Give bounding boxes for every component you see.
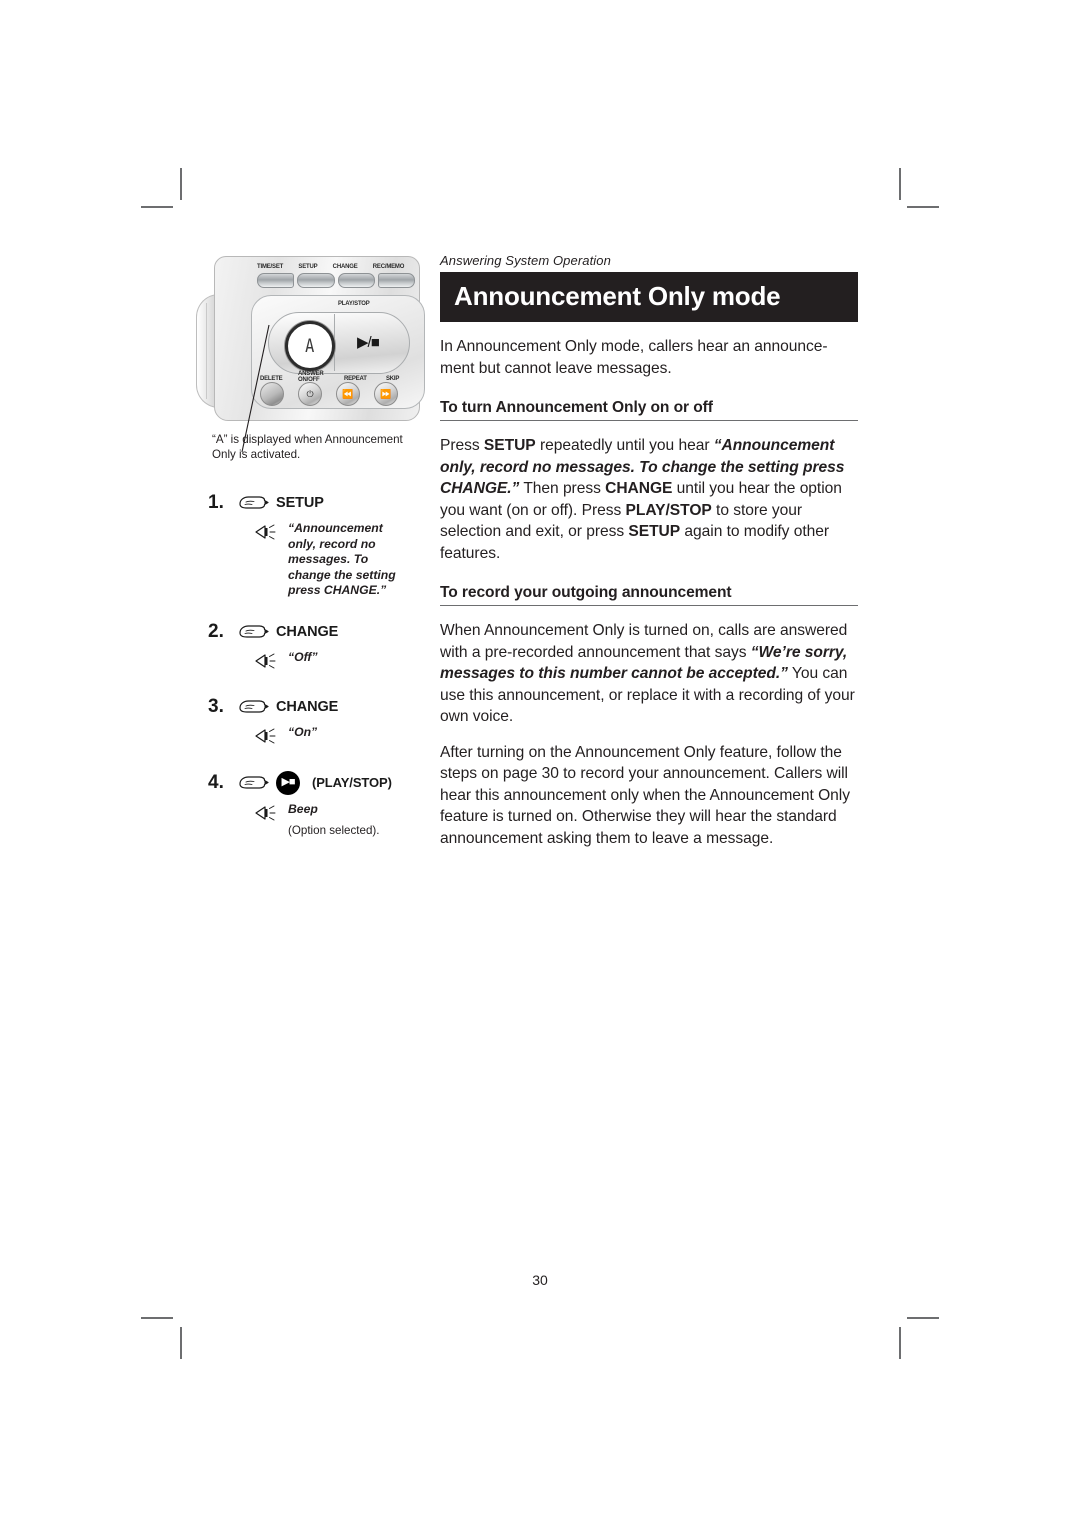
device-top-key-labels: TIME/SET SETUP CHANGE REC/MEMO [257,263,404,270]
step-2-number: 2. [208,620,224,642]
s1-a: Press [440,437,484,454]
step-4: 4. ▶■ (PLAY/STOP) Beep (Option selected)… [208,770,426,838]
s1-bold-play-stop: PLAY/STOP [625,501,712,519]
step-1: 1. SETUP “Announcement only, record no m… [208,492,426,599]
device-bottom-keys: ⏻ ⏪ ⏩ [260,382,412,406]
section-heading-record-announcement: To record your outgoing announcement [440,584,858,606]
fast-forward-icon: ⏩ [374,382,398,406]
step-1-audio: “Announcement only, record no messages. … [254,521,426,599]
left-column: TIME/SET SETUP CHANGE REC/MEMO PLAY/STOP [196,256,426,837]
step-1-number: 1. [208,492,224,513]
step-3: 3. CHANGE “On” [208,696,426,745]
crop-mark-top-left-vertical [180,168,182,200]
section1-paragraph: Press SETUP repeatedly until you hear “A… [440,435,858,564]
crop-mark-top-right-horizontal [907,206,939,208]
power-icon: ⏻ [298,382,322,406]
step-4-audio-text: Beep [288,801,318,816]
crop-mark-bottom-right-vertical [899,1327,901,1359]
page-title-bar: Announcement Only mode [440,272,858,322]
answering-machine-illustration: TIME/SET SETUP CHANGE REC/MEMO PLAY/STOP [196,256,425,453]
play-stop-icon: ▶/■ [357,334,380,351]
crop-mark-bottom-right-horizontal [907,1317,939,1319]
device-body: TIME/SET SETUP CHANGE REC/MEMO PLAY/STOP [214,256,425,421]
device-top-keys [257,273,415,288]
speaker-icon [255,524,276,540]
device-label-rec-memo: REC/MEMO [372,263,405,270]
step-2-audio-text: “Off” [288,649,318,664]
step-4-header: 4. ▶■ (PLAY/STOP) [208,770,426,795]
device-caption: “A” is displayed when Announcement Only … [212,433,403,461]
s1-bold-setup-2: SETUP [628,523,681,540]
device-display: A [285,321,335,371]
manual-page: TIME/SET SETUP CHANGE REC/MEMO PLAY/STOP [0,0,1080,1528]
s1-c: repeatedly until you hear [535,437,714,454]
section-heading-turn-on-off: To turn Announcement Only on or off [440,399,858,421]
step-2-key-label: CHANGE [276,623,339,640]
step-3-number: 3. [208,695,224,717]
hand-pointer-icon [239,699,269,713]
device-key-change [337,273,375,288]
step-4-number: 4. [208,771,224,793]
intro-paragraph: In Announcement Only mode, callers hear … [440,338,828,377]
rewind-icon: ⏪ [336,382,360,406]
step-4-key-label: (PLAY/STOP) [312,775,392,790]
step-list: 1. SETUP “Announcement only, record no m… [208,492,426,838]
device-label-time-set: TIME/SET [257,263,284,270]
running-head: Answering System Operation [440,253,611,268]
device-key-delete [260,382,284,406]
device-play-stop-pill: A ▶/■ [268,312,410,374]
crop-mark-top-right-vertical [899,168,901,200]
step-1-header: 1. SETUP [208,492,426,514]
hand-pointer-icon [239,775,269,789]
step-3-header: 3. CHANGE [208,696,426,718]
step-3-audio: “On” [254,725,426,745]
s1-d: Then press [519,480,606,497]
play-stop-button-icon: ▶■ [276,770,300,795]
section2-paragraph-1: When Announcement Only is turned on, cal… [440,620,858,728]
device-key-time-set [257,273,295,288]
device-label-change: CHANGE [332,263,358,270]
step-4-audio-subtext: (Option selected). [288,823,380,837]
device-control-cluster: PLAY/STOP A ▶/■ DELETE ANSWER ON/OFF REP… [251,295,425,409]
device-key-rec-memo [377,273,415,288]
crop-mark-top-left-horizontal [141,206,173,208]
s1-bold-change: CHANGE [605,480,673,497]
crop-mark-bottom-left-horizontal [141,1317,173,1319]
device-label-setup: SETUP [298,263,318,270]
page-title: Announcement Only mode [454,281,781,311]
page-number: 30 [532,1272,548,1288]
device-label-play-stop: PLAY/STOP [338,300,370,307]
hand-pointer-icon [239,624,269,638]
step-1-audio-text: “Announcement only, record no messages. … [288,521,396,597]
hand-pointer-icon [239,496,269,509]
step-3-audio-text: “On” [288,724,318,739]
speaker-icon [255,805,276,820]
step-2-audio: “Off” [254,650,426,670]
right-column: Answering System Operation Announcement … [440,253,858,849]
s1-bold-setup-1: SETUP [483,437,536,454]
step-2: 2. CHANGE “Off” [208,621,426,670]
crop-mark-bottom-left-vertical [180,1327,182,1359]
step-4-audio: Beep [254,802,426,822]
device-key-setup [297,273,335,288]
speaker-icon [255,653,276,668]
step-1-key-label: SETUP [276,495,324,511]
step-3-key-label: CHANGE [276,698,339,715]
step-2-header: 2. CHANGE [208,621,426,643]
section2-paragraph-2: After turning on the Announcement Only f… [440,743,850,847]
speaker-icon [255,728,276,743]
device-display-char: A [305,334,315,357]
